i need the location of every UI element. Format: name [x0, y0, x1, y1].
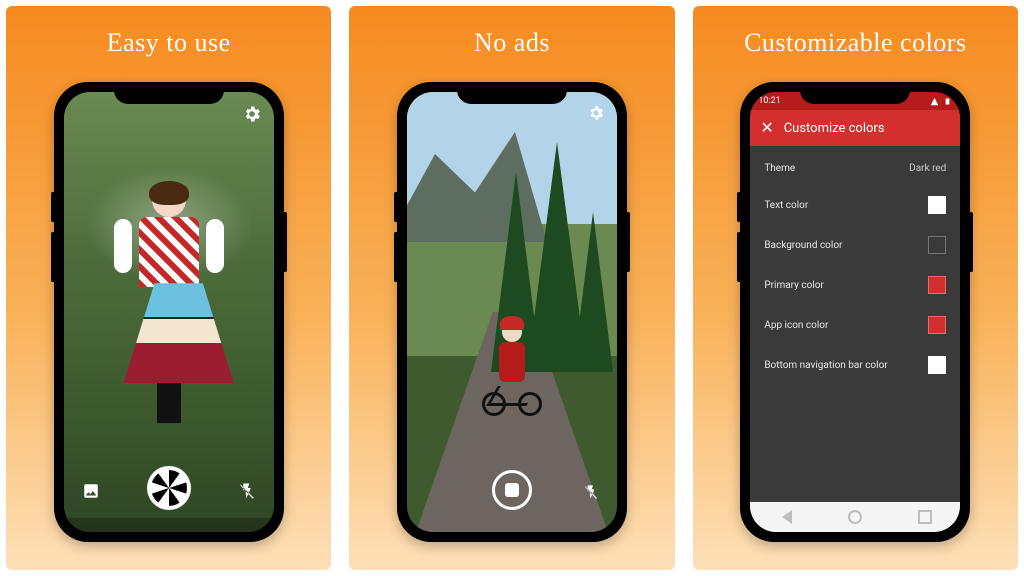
android-nav-bar	[64, 518, 274, 532]
gallery-icon[interactable]	[82, 482, 100, 500]
android-nav-bar	[750, 502, 960, 532]
customize-colors-screen: 10:21 ✕ Customize colors Theme Dark	[750, 92, 960, 532]
setting-row-theme[interactable]: Theme Dark red	[750, 152, 960, 185]
record-stop-button[interactable]	[492, 470, 532, 510]
promo-panel-3: Customizable colors 10:21 ✕ Customize co…	[693, 6, 1018, 570]
color-swatch[interactable]	[928, 236, 946, 254]
flash-off-icon[interactable]	[238, 482, 256, 500]
status-time: 10:21	[758, 96, 780, 106]
setting-row-nav-bar-color[interactable]: Bottom navigation bar color	[750, 345, 960, 385]
subject-cyclist	[482, 322, 542, 442]
app-bar: ✕ Customize colors	[750, 110, 960, 146]
phone-screen	[64, 92, 274, 532]
flash-off-icon[interactable]	[583, 484, 599, 500]
setting-label: Bottom navigation bar color	[764, 360, 887, 371]
color-swatch[interactable]	[928, 196, 946, 214]
setting-label: Theme	[764, 163, 795, 174]
video-viewfinder	[407, 92, 617, 532]
settings-icon[interactable]	[587, 104, 605, 122]
screenshot-canvas: Easy to use	[0, 0, 1024, 576]
setting-label: Primary color	[764, 280, 824, 291]
phone-screen: 10:21 ✕ Customize colors Theme Dark	[750, 92, 960, 532]
back-icon[interactable]	[778, 510, 792, 524]
phone-mockup	[397, 82, 627, 542]
color-swatch[interactable]	[928, 356, 946, 374]
app-bar-title: Customize colors	[784, 121, 885, 136]
settings-list: Theme Dark red Text color Background col…	[750, 146, 960, 502]
setting-row-text-color[interactable]: Text color	[750, 185, 960, 225]
color-swatch[interactable]	[928, 276, 946, 294]
shutter-button[interactable]	[147, 466, 191, 510]
setting-row-app-icon-color[interactable]: App icon color	[750, 305, 960, 345]
setting-label: App icon color	[764, 320, 828, 331]
settings-icon[interactable]	[242, 104, 262, 124]
status-system-icons	[930, 97, 952, 106]
phone-mockup: 10:21 ✕ Customize colors Theme Dark	[740, 82, 970, 542]
panel-title: Easy to use	[107, 28, 231, 58]
setting-row-primary-color[interactable]: Primary color	[750, 265, 960, 305]
color-swatch[interactable]	[928, 316, 946, 334]
setting-value: Dark red	[909, 163, 946, 174]
panel-title: Customizable colors	[744, 28, 967, 58]
status-bar: 10:21	[750, 92, 960, 110]
close-icon[interactable]: ✕	[760, 120, 773, 136]
setting-label: Background color	[764, 240, 842, 251]
setting-row-background-color[interactable]: Background color	[750, 225, 960, 265]
setting-label: Text color	[764, 200, 808, 211]
camera-viewfinder	[64, 92, 274, 532]
home-icon[interactable]	[848, 510, 862, 524]
phone-mockup	[54, 82, 284, 542]
recents-icon[interactable]	[918, 510, 932, 524]
panel-title: No ads	[474, 28, 550, 58]
promo-panel-2: No ads	[349, 6, 674, 570]
promo-panel-1: Easy to use	[6, 6, 331, 570]
phone-screen	[407, 92, 617, 532]
